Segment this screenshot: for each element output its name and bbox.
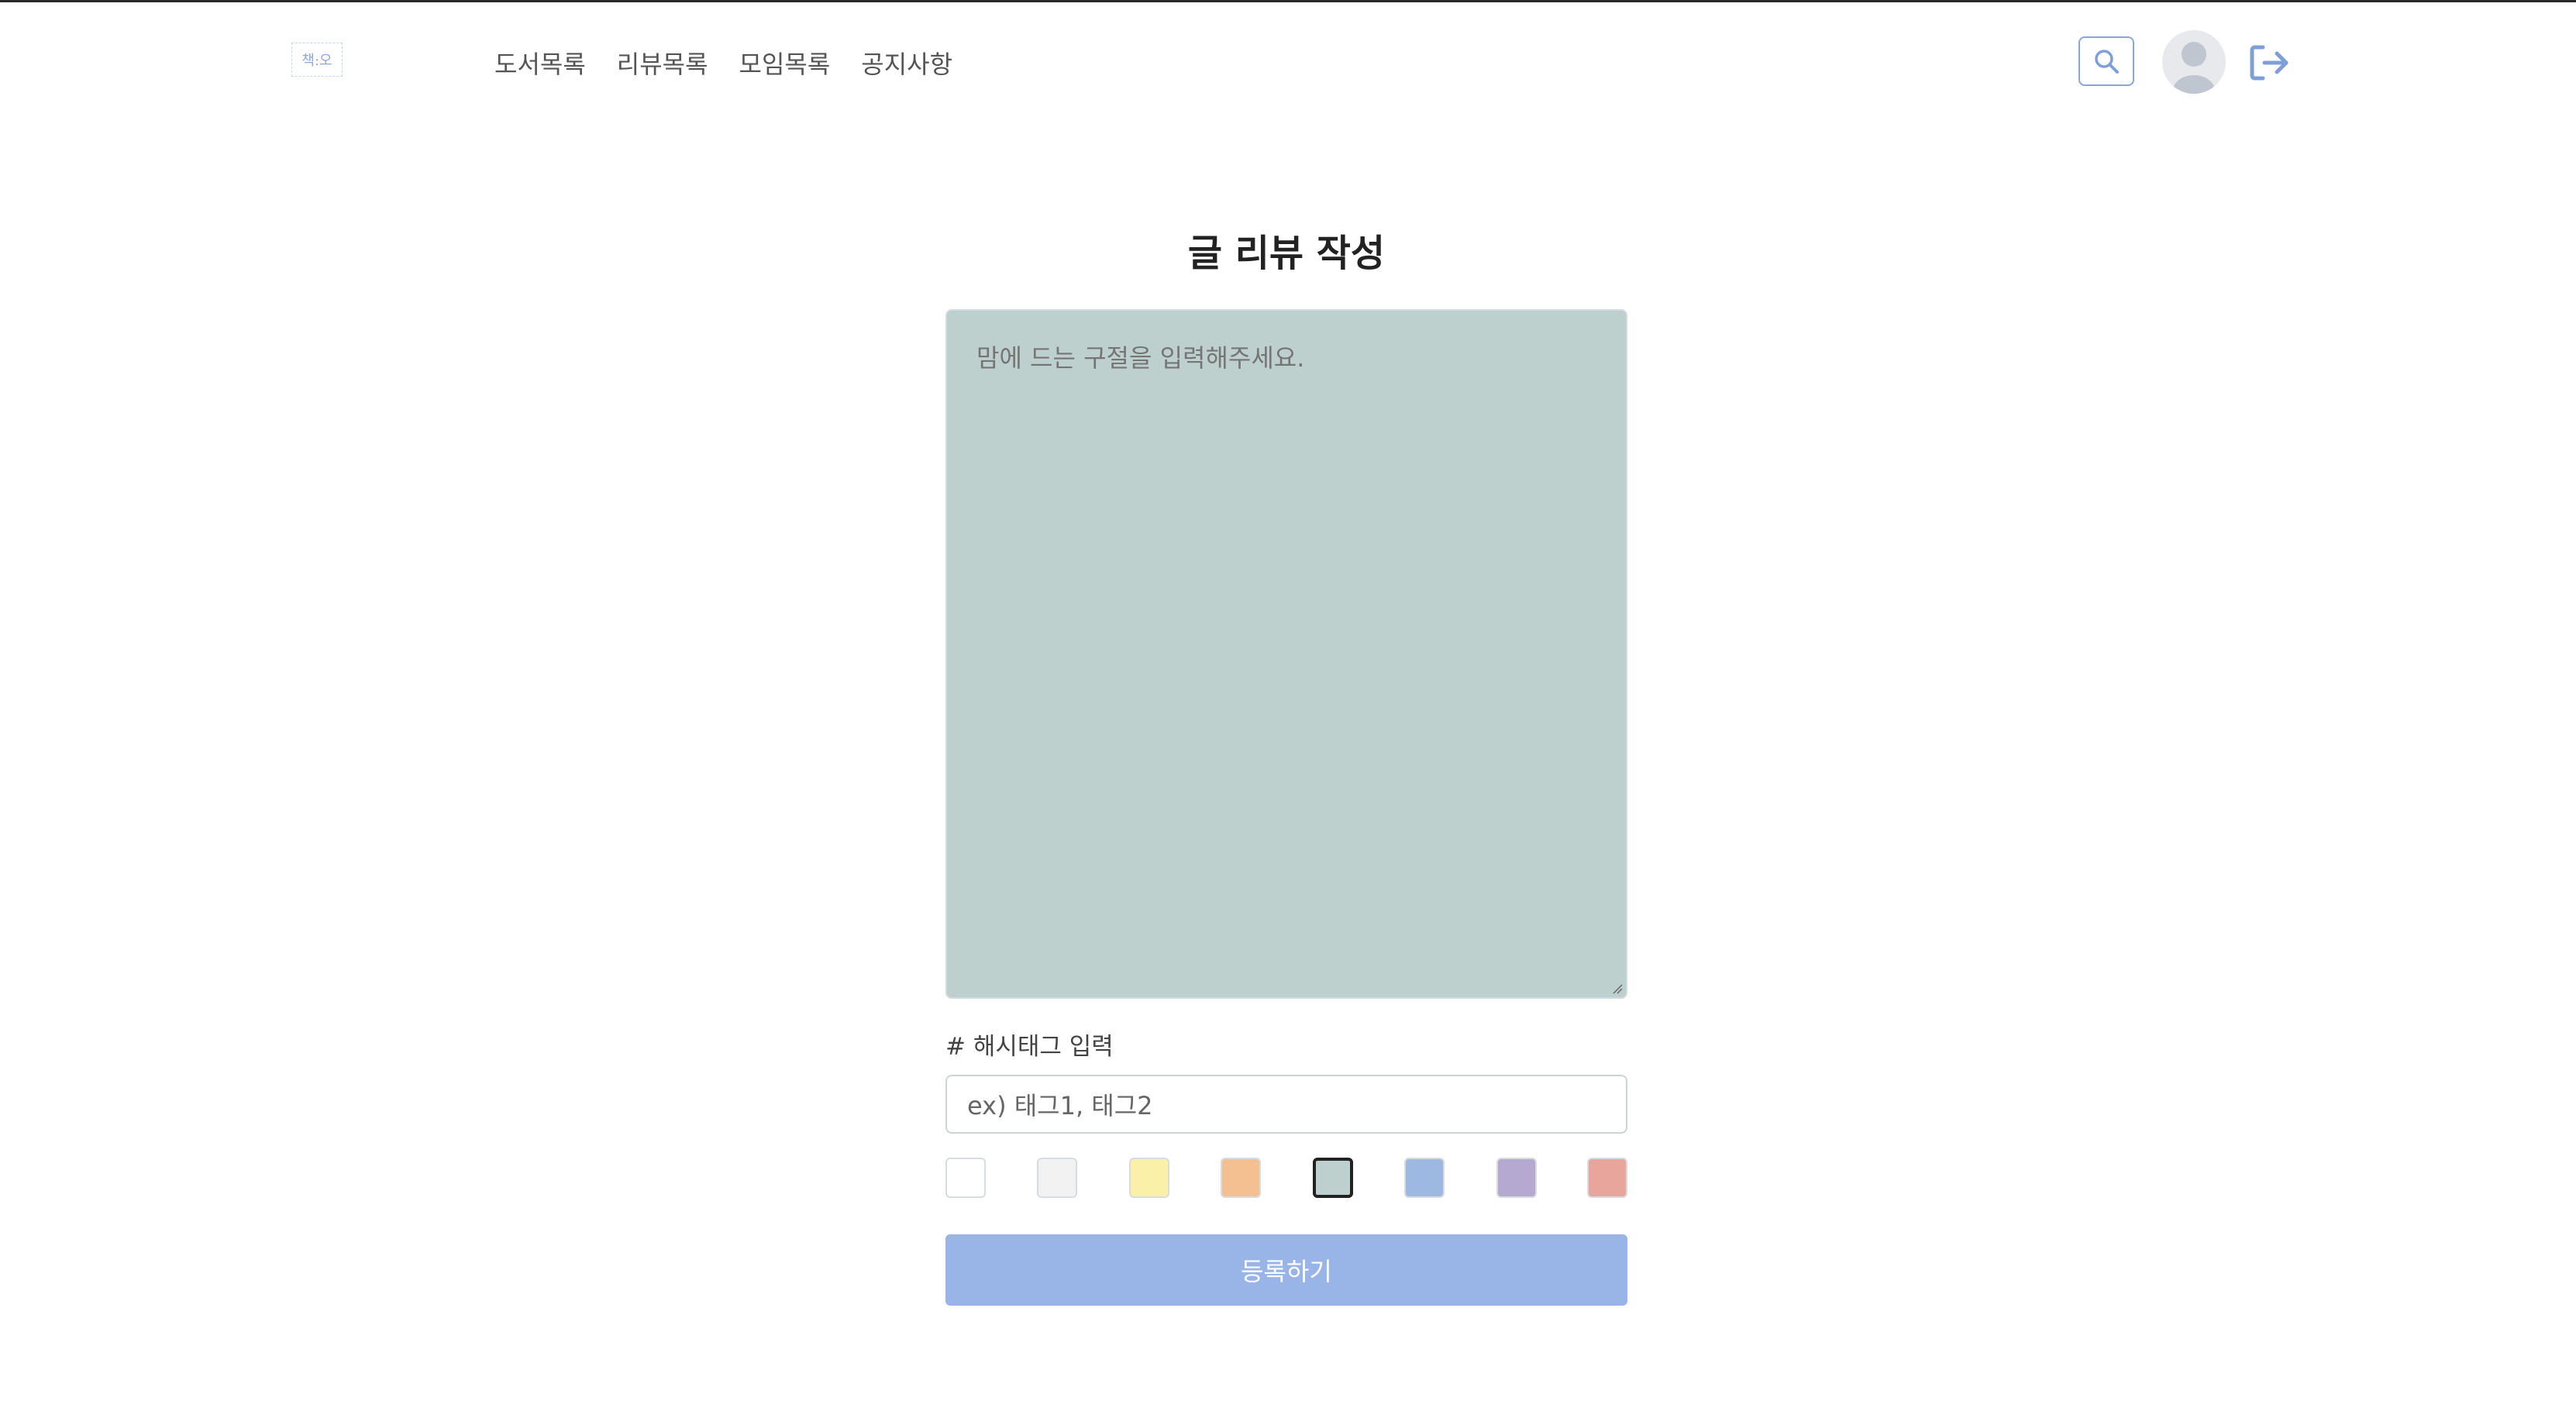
color-swatch-yellow[interactable] (1129, 1158, 1169, 1198)
color-picker (945, 1158, 1627, 1198)
color-swatch-light-gray[interactable] (1037, 1158, 1077, 1198)
color-swatch-purple[interactable] (1496, 1158, 1537, 1198)
search-button[interactable] (2078, 36, 2134, 86)
hashtag-placeholder: ex) 태그1, 태그2 (967, 1091, 1153, 1120)
color-swatch-blue[interactable] (1404, 1158, 1445, 1198)
nav-item-books[interactable]: 도서목록 (494, 45, 586, 81)
nav-item-reviews[interactable]: 리뷰목록 (617, 45, 708, 81)
color-swatch-white[interactable] (945, 1158, 986, 1198)
resize-grip-icon[interactable] (1612, 983, 1623, 994)
search-icon (2095, 50, 2119, 74)
logout-button[interactable] (2247, 43, 2292, 83)
user-avatar-icon (2162, 30, 2226, 94)
nav-item-notices[interactable]: 공지사항 (861, 45, 952, 81)
user-avatar[interactable] (2162, 30, 2226, 94)
hashtag-input[interactable]: ex) 태그1, 태그2 (945, 1075, 1627, 1134)
nav-item-groups[interactable]: 모임목록 (739, 45, 831, 81)
color-swatch-sage[interactable] (1313, 1158, 1353, 1198)
site-logo[interactable]: 책:오 (291, 43, 343, 77)
quote-textarea[interactable] (945, 309, 1627, 999)
page-title: 글 리뷰 작성 (1187, 232, 1386, 275)
hashtag-label: # 해시태그 입력 (945, 1033, 1114, 1061)
color-swatch-pink[interactable] (1587, 1158, 1627, 1198)
site-logo-text: 책:오 (301, 53, 332, 69)
logout-icon (2250, 45, 2288, 81)
submit-button[interactable]: 등록하기 (945, 1234, 1627, 1306)
page: 책:오 도서목록 리뷰목록 모임목록 공지사항 글 리뷰 작성 # 해시태그 (0, 0, 2576, 1418)
submit-button-label: 등록하기 (1241, 1257, 1332, 1286)
main-nav: 도서목록 리뷰목록 모임목록 공지사항 (494, 43, 952, 83)
color-swatch-orange[interactable] (1221, 1158, 1261, 1198)
